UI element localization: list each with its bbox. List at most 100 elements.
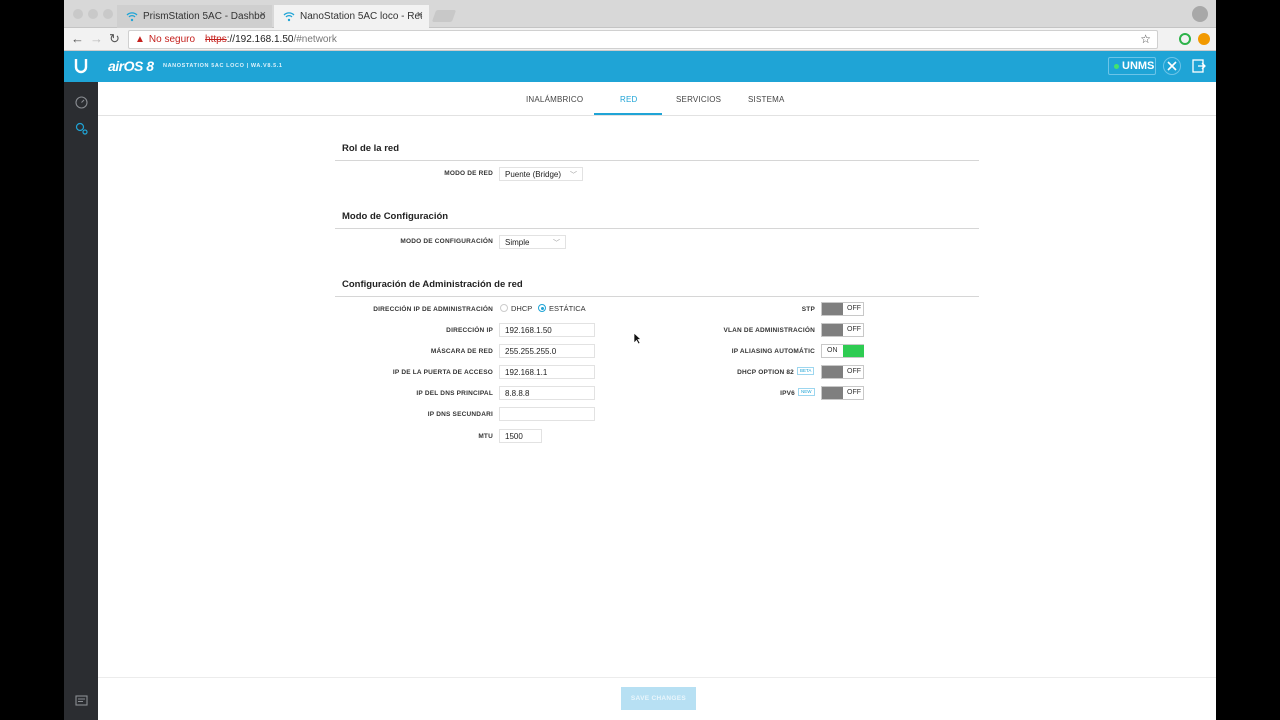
field-label: MODO DE RED bbox=[444, 170, 493, 177]
tab-red[interactable]: RED bbox=[620, 95, 638, 104]
toggle-knob bbox=[822, 366, 843, 378]
app-header: airOS 8 NANOSTATION 5AC LOCO | WA.V8.5.1… bbox=[64, 51, 1216, 82]
wifi-icon bbox=[283, 12, 295, 22]
field-label: IP DE LA PUERTA DE ACCESO bbox=[392, 369, 493, 376]
radio-estatica[interactable] bbox=[538, 304, 546, 312]
toggle-state: OFF bbox=[847, 389, 861, 396]
toggle-state: OFF bbox=[847, 368, 861, 375]
field-label: IP DEL DNS PRINCIPAL bbox=[416, 390, 493, 397]
divider bbox=[335, 160, 979, 161]
minimize-window-button[interactable] bbox=[88, 9, 98, 19]
chevron-down-icon: ﹀ bbox=[553, 240, 560, 247]
extension-icon[interactable] bbox=[1179, 33, 1191, 45]
section-title-admin: Configuración de Administración de red bbox=[342, 279, 523, 290]
main-content: INALÁMBRICO RED SERVICIOS SISTEMA Rol de… bbox=[98, 82, 1216, 720]
tools-icon[interactable] bbox=[1163, 57, 1181, 75]
unms-button[interactable]: UNMS bbox=[1108, 57, 1156, 75]
wrench-icon bbox=[1167, 61, 1177, 71]
stp-toggle[interactable]: OFF bbox=[821, 302, 864, 316]
close-icon[interactable]: × bbox=[260, 9, 266, 21]
chevron-down-icon: ﹀ bbox=[570, 172, 577, 179]
ubiquiti-logo-icon bbox=[74, 59, 88, 74]
tab-inalambrico[interactable]: INALÁMBRICO bbox=[526, 95, 583, 104]
dhcp-option-82-toggle[interactable]: OFF bbox=[821, 365, 864, 379]
toggle-label: IPV6 bbox=[780, 390, 795, 397]
radio-dhcp[interactable] bbox=[500, 304, 508, 312]
network-mode-select[interactable]: Puente (Bridge) ﹀ bbox=[499, 167, 583, 181]
radio-label-dhcp: DHCP bbox=[511, 304, 533, 313]
management-vlan-toggle[interactable]: OFF bbox=[821, 323, 864, 337]
toggle-label: STP bbox=[801, 306, 815, 313]
new-badge: NEW bbox=[798, 388, 815, 396]
section-title-config: Modo de Configuración bbox=[342, 211, 449, 222]
toggle-knob bbox=[822, 387, 843, 399]
toggle-state: OFF bbox=[847, 305, 861, 312]
field-label: MODO DE CONFIGURACIÓN bbox=[400, 238, 493, 245]
url-host: ://192.168.1.50 bbox=[226, 34, 294, 45]
select-value: Simple bbox=[505, 237, 530, 247]
ip-address-input[interactable]: 192.168.1.50 bbox=[499, 323, 595, 337]
dashboard-gauge-icon[interactable] bbox=[75, 96, 88, 109]
chat-icon[interactable] bbox=[75, 695, 88, 707]
beta-badge: BETA bbox=[797, 367, 815, 375]
unms-label: UNMS bbox=[1122, 60, 1155, 72]
field-label: IP DNS SECUNDARI bbox=[427, 411, 493, 418]
field-label: DIRECCIÓN IP DE ADMINISTRACIÓN bbox=[373, 306, 493, 313]
extension-icon[interactable] bbox=[1198, 33, 1210, 45]
divider bbox=[335, 296, 979, 297]
warning-icon: ▲ bbox=[135, 34, 145, 45]
reload-icon[interactable]: ↻ bbox=[109, 31, 120, 47]
primary-dns-input[interactable]: 8.8.8.8 bbox=[499, 386, 595, 400]
screen: PrismStation 5AC - Dashboard × NanoStati… bbox=[64, 0, 1216, 720]
tab-title: PrismStation 5AC - Dashboard bbox=[143, 11, 265, 22]
maximize-window-button[interactable] bbox=[103, 9, 113, 19]
product-name: airOS 8 bbox=[108, 58, 154, 74]
browser-tab-nanostation[interactable]: NanoStation 5AC loco - Red × bbox=[274, 5, 429, 28]
gateway-ip-input[interactable]: 192.168.1.1 bbox=[499, 365, 595, 379]
url-field[interactable]: ▲ No seguro https ://192.168.1.50 /#netw… bbox=[128, 30, 1158, 49]
new-tab-button[interactable] bbox=[431, 10, 457, 22]
close-icon[interactable]: × bbox=[417, 9, 423, 21]
config-mode-select[interactable]: Simple ﹀ bbox=[499, 235, 566, 249]
ipv6-toggle[interactable]: OFF bbox=[821, 386, 864, 400]
ip-aliasing-toggle[interactable]: ON bbox=[821, 344, 864, 358]
back-arrow-icon[interactable]: ← bbox=[71, 31, 84, 46]
select-value: Puente (Bridge) bbox=[505, 169, 562, 179]
url-path: /#network bbox=[293, 34, 337, 45]
save-changes-button[interactable]: SAVE CHANGES bbox=[621, 687, 696, 710]
url-scheme: https bbox=[205, 34, 227, 45]
toggle-label: DHCP OPTION 82 bbox=[737, 369, 794, 376]
section-tabs: INALÁMBRICO RED SERVICIOS SISTEMA bbox=[98, 82, 1216, 116]
forward-arrow-icon[interactable]: → bbox=[90, 31, 103, 46]
security-status: No seguro bbox=[148, 34, 196, 45]
active-tab-indicator bbox=[594, 113, 662, 115]
wifi-icon bbox=[126, 12, 138, 22]
browser-tab-prismstation[interactable]: PrismStation 5AC - Dashboard × bbox=[117, 5, 272, 28]
device-name: NANOSTATION 5AC LOCO | WA.V8.5.1 bbox=[163, 63, 283, 69]
profile-avatar[interactable] bbox=[1192, 6, 1208, 22]
toggle-label: VLAN DE ADMINISTRACIÓN bbox=[723, 327, 815, 334]
close-window-button[interactable] bbox=[73, 9, 83, 19]
radio-label-estatica: ESTÁTICA bbox=[549, 304, 586, 313]
logout-icon[interactable] bbox=[1192, 59, 1206, 73]
section-title-rol: Rol de la red bbox=[342, 143, 400, 154]
tab-servicios[interactable]: SERVICIOS bbox=[676, 95, 721, 104]
tab-title: NanoStation 5AC loco - Red bbox=[300, 11, 422, 22]
divider bbox=[335, 228, 979, 229]
bookmark-star-icon[interactable]: ☆ bbox=[1140, 32, 1151, 46]
browser-tab-bar: PrismStation 5AC - Dashboard × NanoStati… bbox=[64, 0, 1216, 28]
netmask-input[interactable]: 255.255.255.0 bbox=[499, 344, 595, 358]
settings-gear-icon[interactable] bbox=[75, 122, 88, 135]
toggle-knob bbox=[822, 324, 843, 336]
secondary-dns-input[interactable] bbox=[499, 407, 595, 421]
field-label: MÁSCARA DE RED bbox=[430, 348, 493, 355]
field-label: DIRECCIÓN IP bbox=[446, 327, 493, 334]
mouse-cursor-icon bbox=[633, 332, 642, 345]
sidebar bbox=[64, 82, 98, 720]
footer-divider bbox=[98, 677, 1216, 678]
status-dot bbox=[1114, 64, 1119, 69]
toggle-state: OFF bbox=[847, 326, 861, 333]
mtu-input[interactable]: 1500 bbox=[499, 429, 542, 443]
toggle-state: ON bbox=[827, 347, 838, 354]
tab-sistema[interactable]: SISTEMA bbox=[748, 95, 785, 104]
